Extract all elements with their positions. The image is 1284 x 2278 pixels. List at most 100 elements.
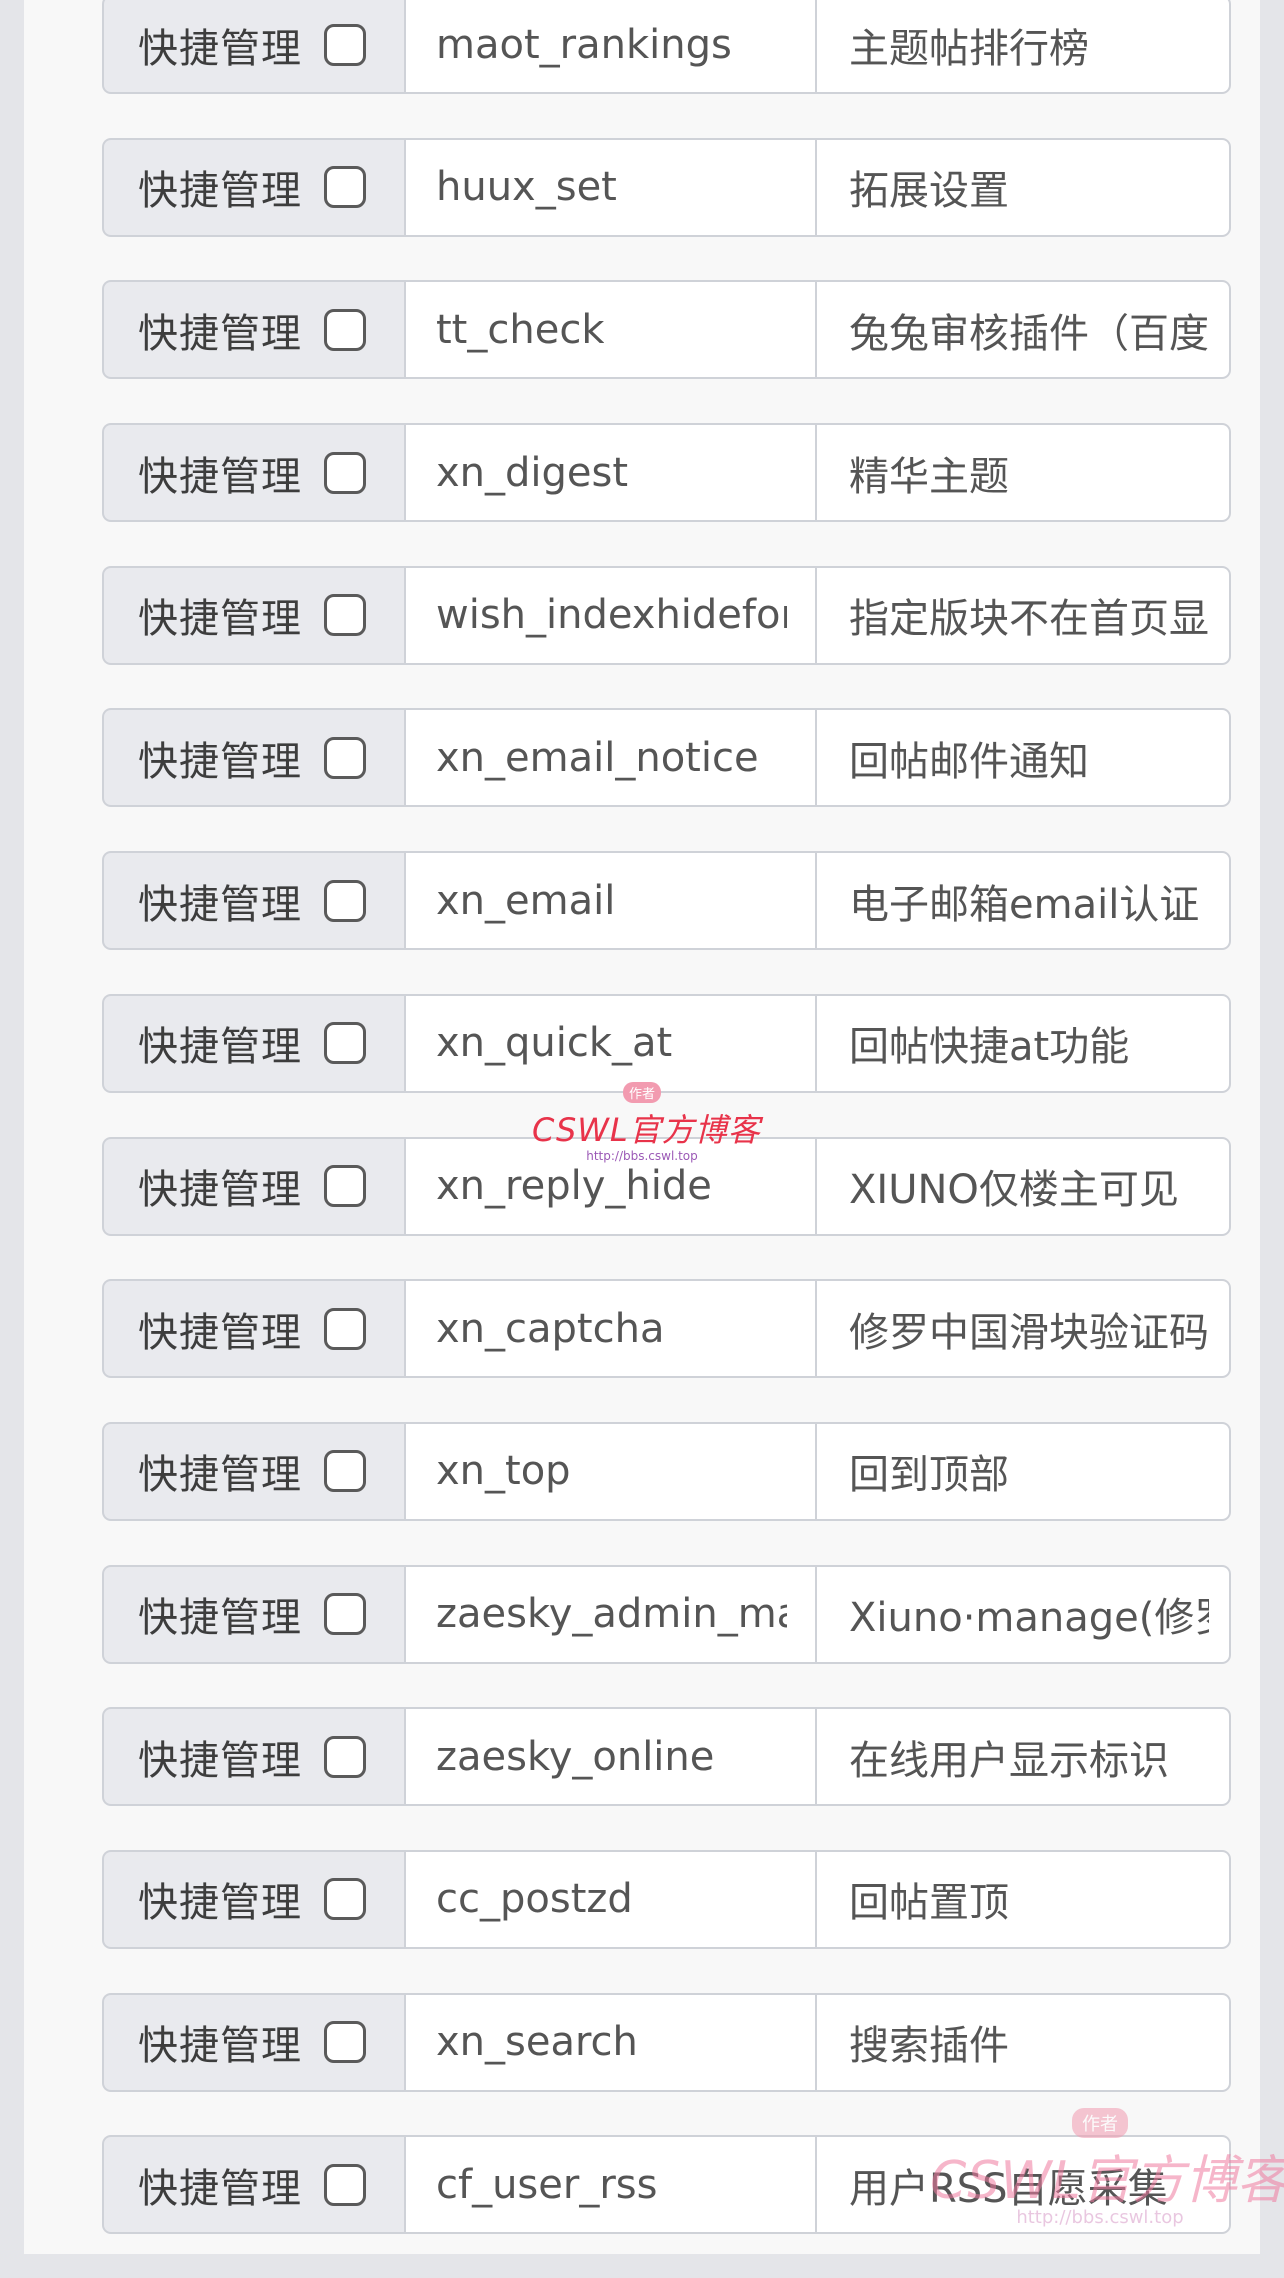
- quick-manage-cell[interactable]: 快捷管理: [102, 2135, 404, 2235]
- quick-manage-cell[interactable]: 快捷管理: [102, 1136, 404, 1236]
- plugin-name-value: 电子邮箱email认证: [849, 881, 1200, 928]
- quick-manage-checkbox[interactable]: [324, 23, 366, 66]
- quick-manage-label: 快捷管理: [138, 738, 302, 785]
- quick-manage-label: 快捷管理: [138, 1167, 302, 1213]
- plugin-name-value: Xiuno·manage(修罗: [849, 1595, 1209, 1642]
- plugin-row: 快捷管理 xn_captcha 修罗中国滑块验证码: [102, 1279, 1231, 1379]
- plugin-name-field[interactable]: 指定版块不在首页显示: [817, 565, 1231, 665]
- quick-manage-label: 快捷管理: [138, 1452, 302, 1499]
- quick-manage-checkbox[interactable]: [324, 1878, 366, 1921]
- plugin-key-value: maot_rankings: [436, 21, 732, 68]
- plugin-name-value: 兔兔审核插件（百度: [849, 310, 1209, 357]
- plugin-name-field[interactable]: 在线用户显示标识: [817, 1707, 1231, 1807]
- quick-manage-cell[interactable]: 快捷管理: [102, 708, 404, 808]
- quick-manage-checkbox[interactable]: [324, 2021, 366, 2064]
- plugin-name-field[interactable]: 电子邮箱email认证: [817, 851, 1231, 951]
- quick-manage-cell[interactable]: 快捷管理: [102, 1564, 404, 1664]
- plugin-key-field[interactable]: maot_rankings: [404, 0, 817, 94]
- plugin-key-value: tt_check: [436, 306, 605, 353]
- plugin-row: 快捷管理 xn_digest 精华主题: [102, 423, 1231, 523]
- quick-manage-cell[interactable]: 快捷管理: [102, 1421, 404, 1521]
- plugin-key-value: cc_postzd: [436, 1876, 633, 1923]
- plugin-key-field[interactable]: xn_captcha: [404, 1279, 817, 1379]
- quick-manage-checkbox[interactable]: [324, 1307, 366, 1350]
- plugin-name-field[interactable]: 兔兔审核插件（百度: [817, 280, 1231, 380]
- quick-manage-checkbox[interactable]: [324, 736, 366, 779]
- plugin-row: 快捷管理 xn_email_notice 回帖邮件通知: [102, 708, 1231, 808]
- plugin-name-field[interactable]: 回帖快捷at功能: [817, 993, 1231, 1093]
- plugin-row: 快捷管理 cf_user_rss 用户RSS自愿采集: [102, 2135, 1231, 2235]
- plugin-key-value: xn_email: [436, 877, 616, 924]
- plugin-key-value: xn_search: [436, 2019, 638, 2066]
- plugin-name-value: 回帖邮件通知: [849, 738, 1089, 785]
- plugin-name-field[interactable]: 精华主题: [817, 423, 1231, 523]
- quick-manage-cell[interactable]: 快捷管理: [102, 993, 404, 1093]
- plugin-key-field[interactable]: wish_indexhideforum: [404, 565, 817, 665]
- quick-manage-cell[interactable]: 快捷管理: [102, 1279, 404, 1379]
- plugin-row: 快捷管理 tt_check 兔兔审核插件（百度: [102, 280, 1231, 380]
- quick-manage-label: 快捷管理: [138, 168, 302, 215]
- quick-manage-checkbox[interactable]: [324, 1735, 366, 1778]
- quick-manage-cell[interactable]: 快捷管理: [102, 280, 404, 380]
- plugin-key-field[interactable]: xn_quick_at: [404, 993, 817, 1093]
- plugin-key-field[interactable]: cc_postzd: [404, 1849, 817, 1949]
- quick-manage-cell[interactable]: 快捷管理: [102, 1707, 404, 1807]
- quick-manage-cell[interactable]: 快捷管理: [102, 851, 404, 951]
- quick-manage-checkbox[interactable]: [324, 594, 366, 637]
- quick-manage-checkbox[interactable]: [324, 451, 366, 494]
- plugin-name-field[interactable]: 回帖置顶: [817, 1849, 1231, 1949]
- plugin-key-value: xn_quick_at: [436, 1020, 673, 1067]
- quick-manage-checkbox[interactable]: [324, 2163, 366, 2206]
- quick-manage-label: 快捷管理: [138, 1737, 302, 1784]
- quick-manage-cell[interactable]: 快捷管理: [102, 137, 404, 237]
- plugin-key-value: xn_digest: [436, 449, 629, 496]
- plugin-key-field[interactable]: zaesky_admin_manage: [404, 1564, 817, 1664]
- quick-manage-checkbox[interactable]: [324, 166, 366, 209]
- plugin-key-field[interactable]: xn_digest: [404, 423, 817, 523]
- plugin-name-field[interactable]: 用户RSS自愿采集: [817, 2135, 1231, 2235]
- plugin-name-field[interactable]: 主题帖排行榜: [817, 0, 1231, 94]
- quick-manage-checkbox[interactable]: [324, 1593, 366, 1636]
- plugin-key-field[interactable]: xn_search: [404, 1992, 817, 2092]
- plugin-row: 快捷管理 wish_indexhideforum 指定版块不在首页显示: [102, 565, 1231, 665]
- plugin-key-field[interactable]: zaesky_online: [404, 1707, 817, 1807]
- plugin-list-panel: 快捷管理 maot_rankings 主题帖排行榜 快捷管理 huux_set 拓展设置快…: [24, 0, 1260, 2254]
- plugin-name-field[interactable]: 回到顶部: [817, 1421, 1231, 1521]
- plugin-name-value: 主题帖排行榜: [849, 25, 1089, 72]
- quick-manage-cell[interactable]: 快捷管理: [102, 565, 404, 665]
- plugin-key-value: zaesky_online: [436, 1733, 715, 1780]
- plugin-key-field[interactable]: huux_set: [404, 137, 817, 237]
- plugin-name-field[interactable]: XIUNO仅楼主可见: [817, 1136, 1231, 1236]
- plugin-key-value: huux_set: [436, 164, 617, 211]
- quick-manage-cell[interactable]: 快捷管理: [102, 423, 404, 523]
- plugin-row: 快捷管理 xn_search 搜索插件: [102, 1992, 1231, 2092]
- plugin-key-field[interactable]: cf_user_rss: [404, 2135, 817, 2235]
- plugin-key-field[interactable]: xn_top: [404, 1421, 817, 1521]
- plugin-name-field[interactable]: Xiuno·manage(修罗: [817, 1564, 1231, 1664]
- plugin-name-field[interactable]: 搜索插件: [817, 1992, 1231, 2092]
- quick-manage-cell[interactable]: 快捷管理: [102, 1992, 404, 2092]
- quick-manage-checkbox[interactable]: [324, 1022, 366, 1065]
- plugin-key-value: zaesky_admin_manage: [436, 1591, 787, 1638]
- plugin-key-field[interactable]: xn_email: [404, 851, 817, 951]
- plugin-key-value: xn_reply_hide: [436, 1163, 712, 1209]
- quick-manage-cell[interactable]: 快捷管理: [102, 0, 404, 94]
- plugin-key-field[interactable]: xn_reply_hide: [404, 1136, 817, 1236]
- quick-manage-label: 快捷管理: [138, 2165, 302, 2212]
- plugin-name-value: 回帖置顶: [849, 1880, 1009, 1927]
- quick-manage-checkbox[interactable]: [324, 308, 366, 351]
- plugin-name-field[interactable]: 回帖邮件通知: [817, 708, 1231, 808]
- plugin-name-value: 回帖快捷at功能: [849, 1024, 1130, 1071]
- plugin-key-field[interactable]: tt_check: [404, 280, 817, 380]
- plugin-key-field[interactable]: xn_email_notice: [404, 708, 817, 808]
- quick-manage-checkbox[interactable]: [324, 879, 366, 922]
- quick-manage-label: 快捷管理: [138, 453, 302, 500]
- plugin-row: 快捷管理 zaesky_online 在线用户显示标识: [102, 1707, 1231, 1807]
- quick-manage-checkbox[interactable]: [324, 1450, 366, 1493]
- plugin-name-field[interactable]: 拓展设置: [817, 137, 1231, 237]
- quick-manage-checkbox[interactable]: [324, 1165, 366, 1207]
- quick-manage-cell[interactable]: 快捷管理: [102, 1849, 404, 1949]
- quick-manage-label: 快捷管理: [138, 1309, 302, 1356]
- plugin-name-field[interactable]: 修罗中国滑块验证码: [817, 1279, 1231, 1379]
- quick-manage-label: 快捷管理: [138, 1024, 302, 1071]
